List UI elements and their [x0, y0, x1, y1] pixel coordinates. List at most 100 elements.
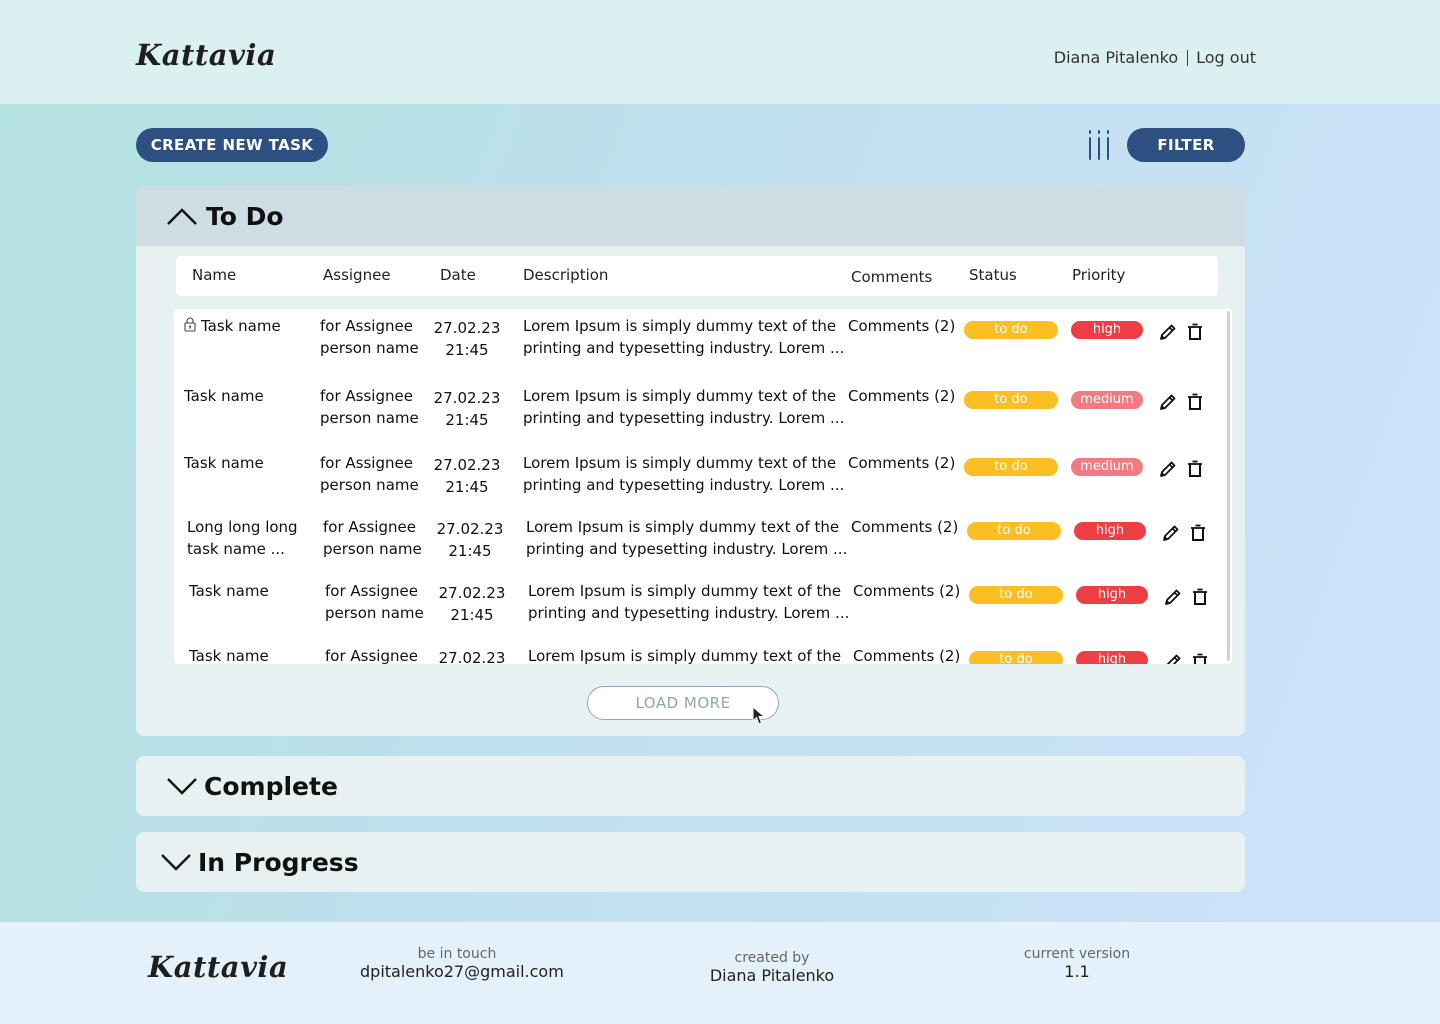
date-cell: 27.02.23 21:45 — [432, 387, 502, 431]
comments-link[interactable]: Comments (2) — [848, 385, 955, 407]
status-badge[interactable]: to do — [964, 458, 1058, 476]
contact-email[interactable]: dpitalenko27@gmail.com — [360, 962, 564, 981]
section-title: In Progress — [198, 847, 359, 877]
task-name-cell[interactable]: Task name — [189, 580, 314, 602]
task-name-cell[interactable]: Task name — [184, 385, 309, 407]
edit-pencil-icon[interactable] — [1158, 392, 1178, 412]
table-row[interactable]: Task name for Assignee person name 27.02.2… — [179, 580, 1229, 646]
column-header-date: Date — [440, 266, 476, 284]
status-badge[interactable]: to do — [964, 321, 1058, 339]
chevron-down-icon — [167, 778, 197, 795]
task-date: 27.02.23 — [433, 319, 501, 337]
status-badge[interactable]: to do — [967, 522, 1061, 540]
task-time: 21:45 — [448, 542, 492, 560]
comments-link[interactable]: Comments (2) — [848, 452, 955, 474]
task-date: 27.02.23 — [433, 389, 501, 407]
task-name-cell[interactable]: Long long long task name ... — [187, 516, 312, 560]
filter-button[interactable]: FILTER — [1127, 128, 1245, 162]
column-header-description: Description — [523, 266, 609, 284]
task-name-cell[interactable]: Task name — [189, 645, 314, 664]
comments-link[interactable]: Comments (2) — [851, 516, 958, 538]
trash-icon[interactable] — [1185, 459, 1205, 479]
comments-link[interactable]: Comments (2) — [848, 315, 955, 337]
status-badge[interactable]: to do — [969, 586, 1063, 604]
task-description: Lorem Ipsum is simply dummy text of the … — [523, 454, 845, 494]
create-task-button[interactable]: CREATE NEW TASK — [136, 128, 328, 162]
todo-section: To Do Name Assignee Date Description Com… — [136, 186, 1245, 736]
task-description: Lorem Ipsum is simply dummy text of the … — [528, 582, 850, 622]
column-header-name: Name — [192, 266, 237, 284]
task-name-cell[interactable]: Task name — [184, 452, 309, 474]
contact-block: be in touch dpitalenko27@gmail.com — [360, 946, 564, 981]
date-cell: 27.02.23 21:45 — [435, 518, 505, 562]
user-name: Diana Pitalenko — [1053, 48, 1179, 67]
task-time: 21:45 — [445, 411, 489, 429]
table-row[interactable]: Long long long task name ... for Assignee… — [177, 516, 1227, 582]
table-row[interactable]: Task name for Assignee person name 27.02.2… — [174, 385, 1224, 451]
priority-badge[interactable]: high — [1076, 586, 1148, 604]
trash-icon[interactable] — [1190, 652, 1210, 664]
edit-pencil-icon[interactable] — [1158, 459, 1178, 479]
todo-section-header[interactable]: To Do — [136, 186, 1245, 246]
edit-pencil-icon[interactable] — [1163, 652, 1183, 664]
user-area: Diana Pitalenko Log out — [1054, 48, 1256, 67]
comments-link[interactable]: Comments (2) — [853, 580, 960, 602]
in-progress-section-header[interactable]: In Progress — [136, 832, 1245, 892]
edit-pencil-icon[interactable] — [1161, 523, 1181, 543]
task-date: 27.02.23 — [438, 584, 506, 602]
trash-icon[interactable] — [1185, 322, 1205, 342]
table-row[interactable]: Task name for Assignee person name 27.02.2… — [174, 315, 1224, 381]
logo[interactable]: Kattavia — [136, 38, 276, 72]
trash-icon[interactable] — [1185, 392, 1205, 412]
assignee: for Assignee person name — [325, 647, 418, 664]
edit-pencil-icon[interactable] — [1158, 322, 1178, 342]
table-row[interactable]: Task name for Assignee person name 27.02.2… — [174, 452, 1224, 518]
date-cell: 27.02.2321:45 — [432, 454, 502, 498]
assignee: for Assignee person name — [325, 582, 424, 622]
task-date: 27.02.23 — [436, 520, 504, 538]
complete-section[interactable]: Complete — [136, 756, 1245, 816]
date-cell: 27.02.23 21:45 — [432, 317, 502, 361]
task-time: 21:45 — [450, 606, 494, 624]
task-name: Task name — [189, 582, 269, 600]
author-block: created by Diana Pitalenko — [707, 950, 837, 985]
trash-icon[interactable] — [1190, 587, 1210, 607]
priority-badge[interactable]: high — [1074, 522, 1146, 540]
section-title: Complete — [204, 771, 338, 801]
task-date: 27.02.23 — [438, 649, 506, 664]
task-list[interactable]: Task name for Assignee person name 27.02.2… — [174, 309, 1232, 664]
task-date: 27.02.23 — [433, 456, 501, 474]
task-description: Lorem Ipsum is simply dummy text of the … — [523, 317, 845, 357]
date-cell: 27.02.2321:45 — [437, 647, 507, 664]
footer-logo[interactable]: Kattavia — [148, 950, 288, 984]
table-row[interactable]: Task name for Assignee person name 27.02.2… — [179, 645, 1229, 664]
task-name: Long long long task name ... — [187, 518, 298, 558]
priority-badge[interactable]: medium — [1071, 458, 1143, 476]
comments-link[interactable]: Comments (2) — [853, 645, 960, 664]
status-badge[interactable]: to do — [969, 651, 1063, 664]
task-name: Task name — [184, 454, 264, 472]
priority-badge[interactable]: medium — [1071, 391, 1143, 409]
task-description: Lorem Ipsum is simply dummy text of the … — [523, 387, 845, 427]
column-header-assignee: Assignee — [323, 266, 391, 284]
task-time: 21:45 — [445, 341, 489, 359]
logout-link[interactable]: Log out — [1196, 48, 1256, 67]
priority-badge[interactable]: high — [1076, 651, 1148, 664]
edit-pencil-icon[interactable] — [1163, 587, 1183, 607]
status-badge[interactable]: to do — [964, 391, 1058, 409]
in-progress-section[interactable]: In Progress — [136, 832, 1245, 892]
app-footer: Kattavia be in touch dpitalenko27@gmail.… — [0, 922, 1440, 1024]
assignee: for Assignee person name — [320, 387, 419, 427]
column-header-priority: Priority — [1072, 266, 1126, 284]
complete-section-header[interactable]: Complete — [136, 756, 1245, 816]
trash-icon[interactable] — [1188, 523, 1208, 543]
load-more-button[interactable]: LOAD MORE — [587, 686, 779, 720]
sort-lines-icon[interactable] — [1087, 129, 1111, 161]
mouse-cursor-icon — [752, 706, 766, 725]
assignee: for Assignee person name — [320, 317, 419, 357]
priority-badge[interactable]: high — [1071, 321, 1143, 339]
date-cell: 27.02.23 21:45 — [437, 582, 507, 626]
task-name-cell[interactable]: Task name — [184, 315, 309, 337]
assignee: for Assignee person name — [323, 518, 422, 558]
table-header: Name Assignee Date Description Comments … — [176, 256, 1218, 296]
